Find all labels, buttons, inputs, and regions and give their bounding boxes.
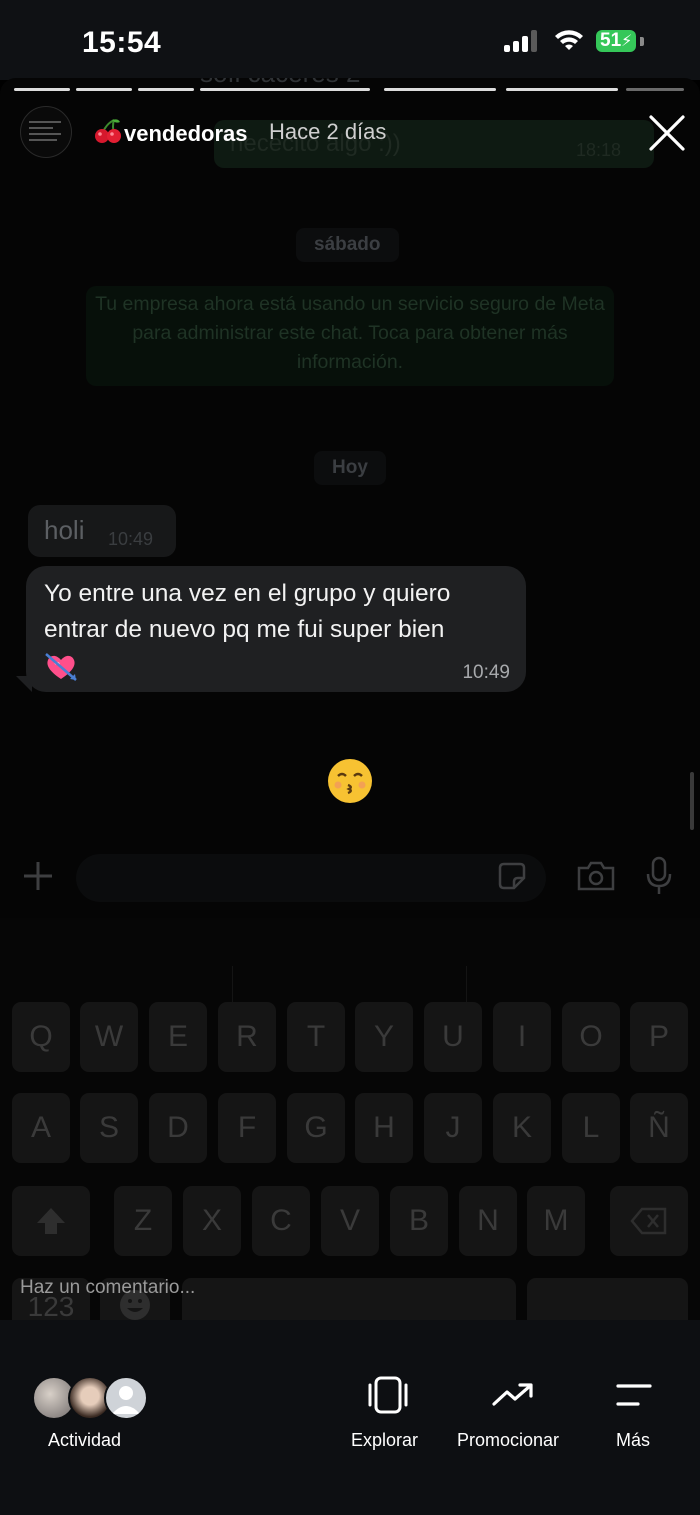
key-w: W [80,1002,138,1072]
trending-up-icon[interactable] [492,1382,534,1408]
key-e: E [149,1002,207,1072]
activity-avatars[interactable] [32,1376,152,1420]
key-d: D [149,1093,207,1163]
shift-icon [37,1208,65,1234]
chat-message-field [76,854,546,902]
key-o: O [562,1002,620,1072]
chat-bubble-main: Yo entre una vez en el grupo y quiero en… [26,566,526,692]
status-time: 15:54 [82,26,162,59]
message-time: 10:49 [108,529,154,549]
shift-key [12,1186,90,1256]
heart-arrow-icon [45,652,77,681]
battery-level: 51 [600,30,622,51]
day-separator-saturday: sábado [296,228,399,262]
story-viewer[interactable]: sofi caceres 2 nececito algo :)) 18:18 s… [0,78,700,1320]
delete-key [610,1186,688,1256]
key-m: M [527,1186,585,1256]
camera-icon [577,861,615,891]
mic-icon [646,856,672,894]
message-text: Yo entre una vez en el grupo y quiero en… [44,580,451,643]
explore-label[interactable]: Explorar [351,1430,418,1451]
key-p: P [630,1002,688,1072]
chat-input-row [0,850,700,908]
bottom-bar: Actividad Explorar Promocionar Más [0,1320,700,1515]
key-s: S [80,1093,138,1163]
key-k: K [493,1093,551,1163]
key-enye: Ñ [630,1093,688,1163]
key-f: F [218,1093,276,1163]
key-n: N [459,1186,517,1256]
activity-label[interactable]: Actividad [48,1430,121,1451]
key-c: C [252,1186,310,1256]
signal-icon [504,30,540,52]
kiss-emoji-icon [328,759,372,803]
chat-bubble-top-time: 18:18 [576,140,622,160]
close-icon[interactable] [648,114,686,152]
key-q: Q [12,1002,70,1072]
wifi-icon [555,30,583,50]
story-progress-bar [14,88,684,92]
keyboard-screenshot: Q W E R T Y U I O P A S D F G H J K L Ñ [0,918,700,1320]
plus-icon [24,862,52,890]
key-l: L [562,1093,620,1163]
message-time: 10:49 [462,662,510,683]
key-x: X [183,1186,241,1256]
default-profile-icon [112,1386,140,1414]
status-bar: 15:54 51⚡ [0,0,700,80]
key-b: B [390,1186,448,1256]
sticker-icon [498,862,526,890]
key-z: Z [114,1186,172,1256]
message-text: holi [44,515,85,545]
system-message: Tu empresa ahora está usando un servicio… [86,286,614,386]
explore-icon[interactable] [366,1376,410,1414]
day-separator-today: Hoy [314,451,386,485]
return-key [527,1278,688,1320]
key-j: J [424,1093,482,1163]
key-u: U [424,1002,482,1072]
battery-tip [640,37,644,46]
key-y: Y [355,1002,413,1072]
scroll-indicator [690,772,694,830]
backspace-icon [630,1207,667,1235]
chat-screenshot: sofi caceres 2 nececito algo :)) 18:18 s… [0,78,700,1320]
key-r: R [218,1002,276,1072]
battery-indicator: 51⚡ [596,30,636,52]
viewer-avatar [104,1376,148,1420]
key-a: A [12,1093,70,1163]
cherry-icon [95,119,121,143]
key-h: H [355,1093,413,1163]
username-text: vendedoras [124,121,248,146]
key-g: G [287,1093,345,1163]
charging-icon: ⚡ [621,33,633,50]
key-t: T [287,1002,345,1072]
key-i: I [493,1002,551,1072]
comment-input[interactable]: Haz un comentario... [20,1277,195,1299]
key-v: V [321,1186,379,1256]
menu-icon[interactable] [616,1382,652,1408]
promote-label[interactable]: Promocionar [457,1430,559,1451]
story-time-ago: Hace 2 días [269,119,387,144]
space-key [182,1278,516,1320]
more-label[interactable]: Más [616,1430,650,1451]
chat-bubble-holi: holi 10:49 [28,505,176,557]
story-avatar[interactable] [20,106,72,158]
story-username[interactable]: vendedoras [94,118,248,147]
